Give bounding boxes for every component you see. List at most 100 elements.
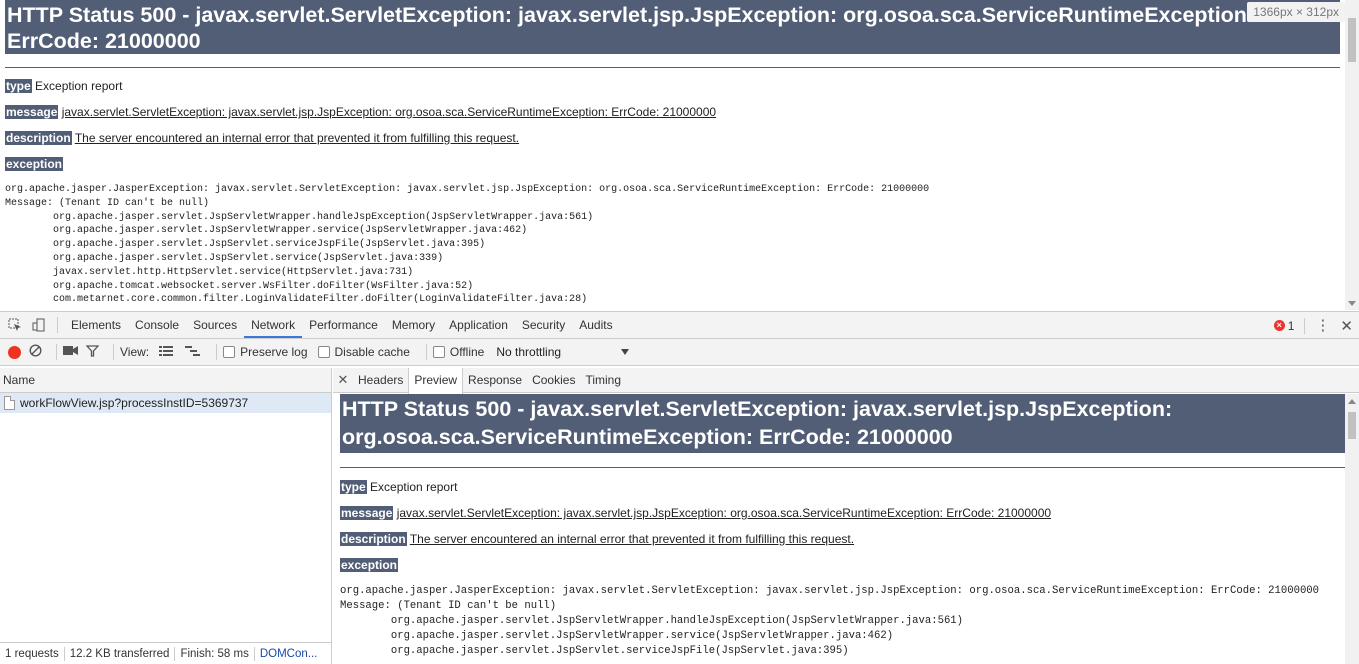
exception-label: exception: [5, 157, 64, 171]
error-icon: ×: [1273, 320, 1285, 331]
message-row: message javax.servlet.ServletException: …: [5, 105, 1340, 119]
tab-performance[interactable]: Performance: [302, 312, 385, 338]
divider: [113, 344, 114, 360]
devtools-tabbar: Elements Console Sources Network Perform…: [0, 312, 1359, 339]
type-label: type: [5, 79, 32, 93]
offline-checkbox[interactable]: Offline: [432, 345, 485, 359]
throttling-select[interactable]: No throttling: [496, 345, 630, 359]
disable-cache-checkbox[interactable]: Disable cache: [317, 345, 410, 359]
description-label: description: [5, 131, 72, 145]
network-status-bar: 1 requests 12.2 KB transferred Finish: 5…: [0, 642, 331, 664]
more-options-icon[interactable]: ⋮: [1315, 318, 1330, 333]
disable-cache-label: Disable cache: [334, 345, 410, 359]
tab-security[interactable]: Security: [515, 312, 572, 338]
record-icon[interactable]: [8, 345, 21, 359]
filter-icon[interactable]: [85, 344, 100, 360]
scroll-up-arrow-icon[interactable]: [1348, 399, 1356, 404]
type-row: type Exception report: [340, 480, 1345, 494]
page-scrollbar[interactable]: [1345, 0, 1359, 310]
document-icon: [4, 396, 15, 410]
type-label: type: [340, 480, 367, 494]
divider: [1304, 317, 1306, 334]
divider: [425, 344, 427, 360]
message-label: message: [340, 506, 394, 520]
type-value: Exception report: [35, 79, 123, 93]
description-value: The server encountered an internal error…: [409, 532, 855, 546]
tab-response[interactable]: Response: [463, 368, 527, 393]
clear-icon[interactable]: [29, 344, 42, 360]
tab-application[interactable]: Application: [442, 312, 515, 338]
type-row: type Exception report: [5, 79, 1340, 93]
request-row[interactable]: workFlowView.jsp?processInstID=5369737: [0, 393, 331, 413]
tab-audits[interactable]: Audits: [572, 312, 619, 338]
message-value: javax.servlet.ServletException: javax.se…: [396, 506, 1052, 520]
view-label: View:: [120, 345, 150, 359]
page-scrollbar-thumb[interactable]: [1348, 18, 1356, 62]
request-details: ✕ Headers Preview Response Cookies Timin…: [333, 367, 1359, 664]
camera-icon[interactable]: [63, 345, 78, 359]
exception-row: exception: [340, 558, 1345, 572]
description-label: description: [340, 532, 407, 546]
preserve-log-checkbox[interactable]: Preserve log: [223, 345, 308, 359]
divider: [340, 467, 1345, 468]
preview-content: HTTP Status 500 - javax.servlet.ServletE…: [333, 394, 1345, 664]
transferred-size: 12.2 KB transferred: [65, 646, 176, 661]
preview-title: HTTP Status 500 - javax.servlet.ServletE…: [340, 394, 1345, 453]
exception-label: exception: [340, 558, 399, 572]
preview-scrollbar[interactable]: [1345, 394, 1359, 664]
checkbox-icon[interactable]: [223, 346, 236, 358]
large-rows-icon[interactable]: [159, 345, 174, 359]
tab-headers[interactable]: Headers: [353, 368, 408, 393]
network-toolbar: View: Preserve log Disable cache Offline…: [0, 339, 1359, 366]
request-list: Name workFlowView.jsp?processInstID=5369…: [0, 368, 332, 664]
preserve-log-label: Preserve log: [240, 345, 308, 359]
stack-trace: org.apache.jasper.JasperException: javax…: [340, 585, 1320, 657]
close-devtools-icon[interactable]: ✕: [1340, 317, 1353, 335]
viewport-size-badge: 1366px × 312px: [1247, 2, 1345, 22]
tab-memory[interactable]: Memory: [385, 312, 442, 338]
message-row: message javax.servlet.ServletException: …: [340, 506, 1345, 520]
checkbox-icon[interactable]: [317, 346, 330, 358]
close-icon[interactable]: ✕: [333, 372, 353, 388]
error-page: HTTP Status 500 - javax.servlet.ServletE…: [5, 0, 1340, 307]
description-row: description The server encountered an in…: [340, 532, 1345, 546]
divider: [216, 344, 218, 360]
domcontentloaded: DOMCon...: [259, 647, 318, 660]
request-count: 1 requests: [0, 646, 65, 661]
message-label: message: [5, 105, 59, 119]
finish-time: Finish: 58 ms: [175, 646, 255, 661]
tab-sources[interactable]: Sources: [186, 312, 244, 338]
request-name: workFlowView.jsp?processInstID=5369737: [20, 396, 249, 410]
network-body: Name workFlowView.jsp?processInstID=5369…: [0, 367, 1359, 664]
error-counter[interactable]: × 1: [1273, 318, 1295, 333]
type-value: Exception report: [370, 480, 458, 494]
preview-scrollbar-thumb[interactable]: [1348, 412, 1356, 439]
checkbox-icon[interactable]: [432, 346, 445, 358]
chevron-down-icon: [621, 349, 630, 355]
error-count: 1: [1287, 318, 1295, 333]
device-toggle-icon[interactable]: [27, 314, 51, 336]
offline-label: Offline: [449, 345, 485, 359]
scroll-down-arrow-icon[interactable]: [1348, 301, 1356, 306]
tab-preview[interactable]: Preview: [408, 367, 464, 394]
tab-cookies[interactable]: Cookies: [527, 368, 580, 393]
tab-console[interactable]: Console: [128, 312, 186, 338]
throttling-value: No throttling: [496, 345, 562, 359]
waterfall-icon[interactable]: [185, 345, 201, 359]
tab-elements[interactable]: Elements: [64, 312, 128, 338]
description-value: The server encountered an internal error…: [74, 131, 520, 145]
page-viewport: HTTP Status 500 - javax.servlet.ServletE…: [0, 0, 1359, 310]
inspect-element-icon[interactable]: [3, 314, 27, 336]
message-value: javax.servlet.ServletException: javax.se…: [61, 105, 717, 119]
name-column-header[interactable]: Name: [0, 368, 331, 393]
divider: [5, 67, 1340, 68]
stack-trace: org.apache.jasper.JasperException: javax…: [5, 184, 930, 306]
divider: [57, 317, 58, 333]
page-title: HTTP Status 500 - javax.servlet.ServletE…: [5, 0, 1340, 54]
tab-timing[interactable]: Timing: [580, 368, 626, 393]
details-tabbar: ✕ Headers Preview Response Cookies Timin…: [333, 367, 1359, 394]
tab-network[interactable]: Network: [244, 312, 303, 338]
devtools-panel: Elements Console Sources Network Perform…: [0, 311, 1359, 664]
exception-row: exception: [5, 157, 1340, 171]
description-row: description The server encountered an in…: [5, 131, 1340, 145]
